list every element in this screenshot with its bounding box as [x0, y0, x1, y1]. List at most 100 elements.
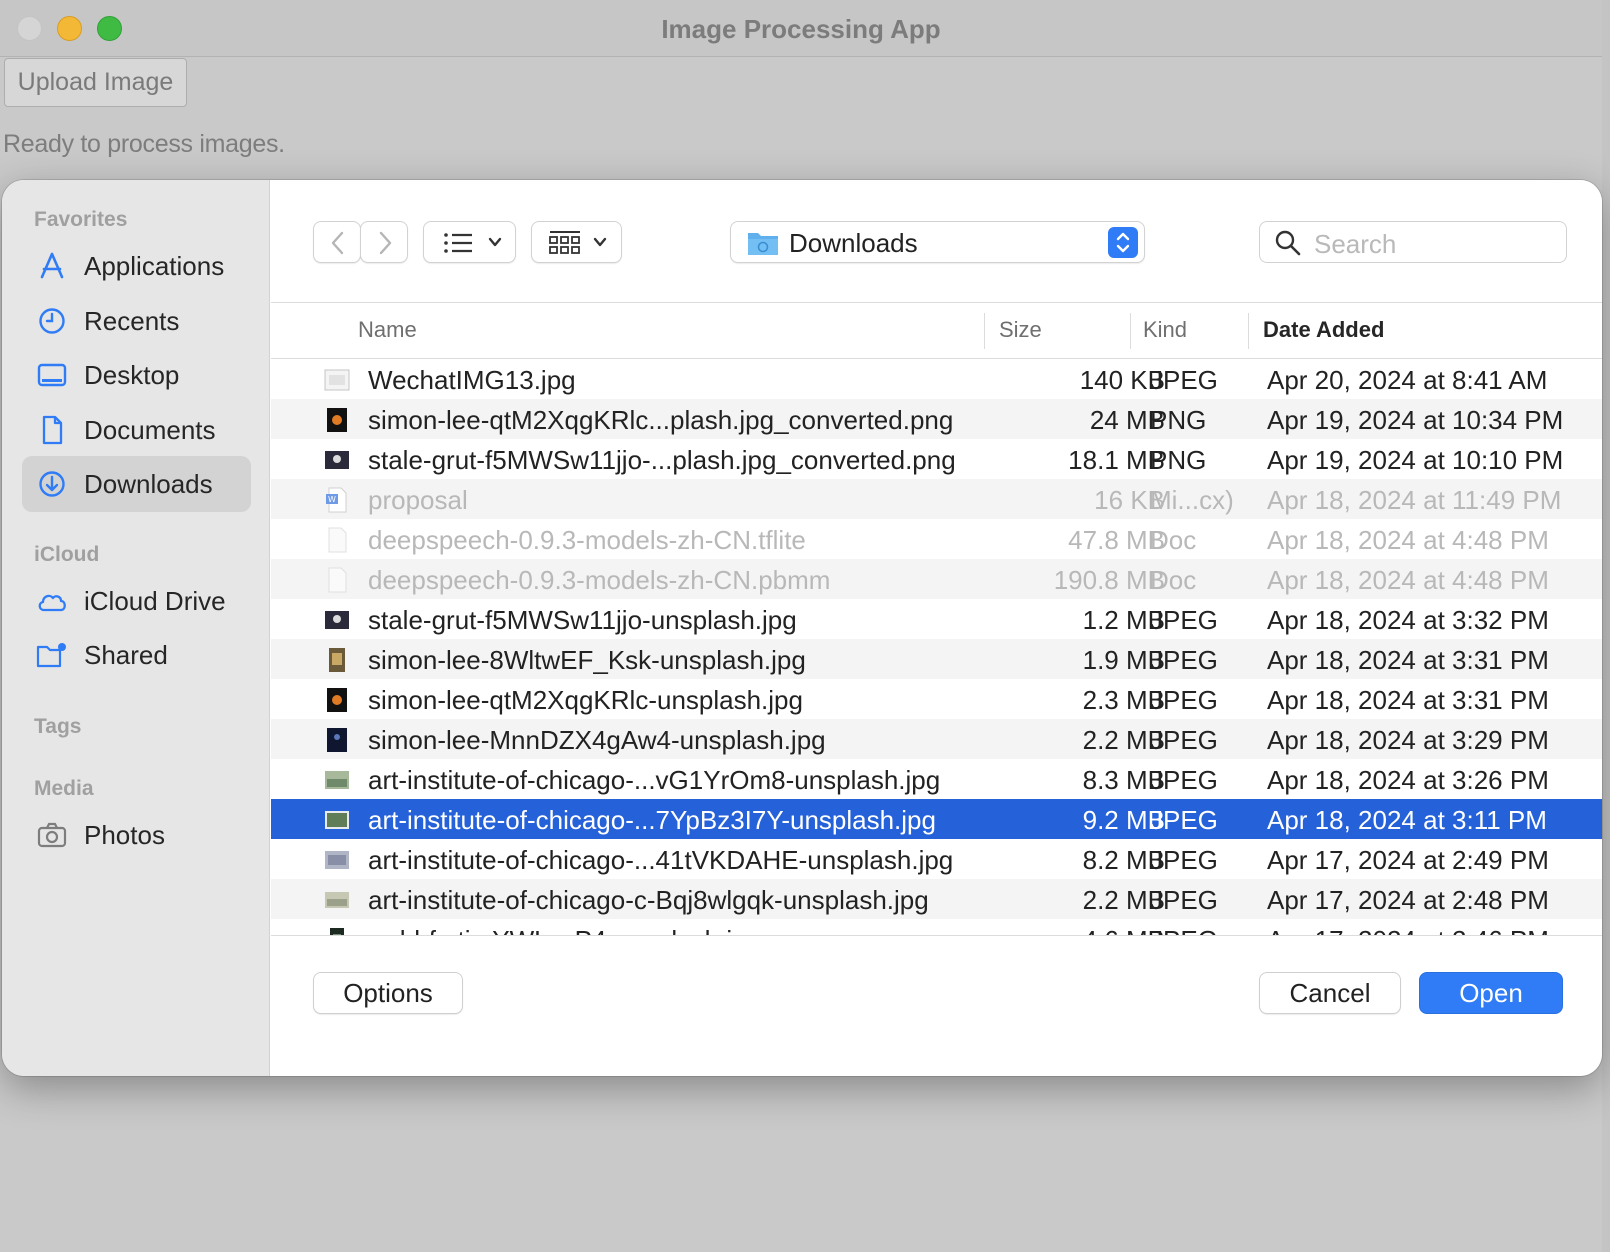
- file-name: simon-lee-MnnDZX4gAw4-unsplash.jpg: [368, 725, 826, 755]
- file-row[interactable]: simon-lee-qtM2XqgKRlc...plash.jpg_conver…: [271, 399, 1602, 439]
- file-kind: Doc: [1150, 565, 1197, 595]
- grid-view-icon: [549, 231, 607, 254]
- camera-icon: [37, 822, 67, 848]
- file-name: redd-f-stimYWLxvP4-unsplash.jpg: [368, 925, 761, 935]
- file-date: Apr 18, 2024 at 4:48 PM: [1267, 565, 1549, 595]
- word-document-icon: W: [326, 487, 347, 513]
- column-divider[interactable]: [984, 313, 985, 349]
- file-row[interactable]: art-institute-of-chicago-c-Bqj8wlgqk-uns…: [271, 879, 1602, 919]
- file-date: Apr 17, 2024 at 2:49 PM: [1267, 845, 1549, 875]
- sidebar-item-label: Documents: [84, 415, 216, 445]
- document-icon: [42, 415, 63, 445]
- file-date: Apr 17, 2024 at 2:46 PM: [1267, 925, 1549, 935]
- file-date: Apr 19, 2024 at 10:34 PM: [1267, 405, 1564, 435]
- upload-image-button[interactable]: Upload Image: [4, 58, 187, 107]
- sidebar-item-desktop[interactable]: Desktop: [22, 347, 251, 403]
- file-list: Name Size Kind Date Added WechatIMG13.jp…: [271, 302, 1602, 936]
- image-thumbnail-icon: [325, 451, 349, 469]
- location-label: Downloads: [789, 228, 918, 258]
- file-row[interactable]: redd-f-stimYWLxvP4-unsplash.jpg 4.6 MB J…: [271, 919, 1602, 935]
- file-row[interactable]: W proposal 16 KB Mi...cx) Apr 18, 2024 a…: [271, 479, 1602, 519]
- back-button[interactable]: [313, 221, 361, 263]
- file-row[interactable]: deepspeech-0.9.3-models-zh-CN.pbmm 190.8…: [271, 559, 1602, 599]
- file-date: Apr 19, 2024 at 10:10 PM: [1267, 445, 1564, 475]
- forward-button[interactable]: [360, 221, 408, 263]
- file-name: art-institute-of-chicago-...7YpBz3I7Y-un…: [368, 805, 936, 835]
- file-row[interactable]: art-institute-of-chicago-...vG1YrOm8-uns…: [271, 759, 1602, 799]
- sidebar-item-label: Downloads: [84, 469, 213, 499]
- column-divider[interactable]: [1248, 313, 1249, 349]
- file-date: Apr 17, 2024 at 2:48 PM: [1267, 885, 1549, 915]
- location-popup[interactable]: Downloads: [730, 221, 1145, 263]
- gallery-view-button[interactable]: [531, 221, 622, 263]
- file-name: stale-grut-f5MWSw11jjo-...plash.jpg_conv…: [368, 445, 956, 475]
- options-button[interactable]: Options: [313, 972, 463, 1014]
- file-row[interactable]: stale-grut-f5MWSw11jjo-unsplash.jpg 1.2 …: [271, 599, 1602, 639]
- search-icon: [1275, 230, 1301, 256]
- sidebar-item-shared[interactable]: Shared: [22, 627, 251, 683]
- search-field[interactable]: Search: [1259, 221, 1567, 263]
- cloud-icon: [38, 594, 66, 612]
- sidebar-item-recents[interactable]: Recents: [22, 293, 251, 349]
- file-row[interactable]: WechatIMG13.jpg 140 KB JPEG Apr 20, 2024…: [271, 359, 1602, 399]
- sidebar-item-documents[interactable]: Documents: [22, 402, 251, 458]
- open-button[interactable]: Open: [1419, 972, 1563, 1014]
- search-input[interactable]: Search: [1314, 229, 1396, 260]
- file-kind: JPEG: [1150, 805, 1218, 835]
- image-thumbnail-icon: [325, 771, 349, 789]
- file-row[interactable]: simon-lee-8WltwEF_Ksk-unsplash.jpg 1.9 M…: [271, 639, 1602, 679]
- list-view-button[interactable]: [423, 221, 516, 263]
- file-row-selected[interactable]: art-institute-of-chicago-...7YpBz3I7Y-un…: [271, 799, 1602, 839]
- sidebar-item-downloads[interactable]: Downloads: [22, 456, 251, 512]
- file-size: 190.8 MB: [1053, 565, 1165, 595]
- column-name-header[interactable]: Name: [358, 317, 417, 343]
- sidebar-item-icloud-drive[interactable]: iCloud Drive: [22, 573, 251, 629]
- applications-icon: [40, 252, 64, 279]
- location-stepper[interactable]: [1108, 227, 1138, 258]
- column-size-header[interactable]: Size: [999, 317, 1042, 343]
- window-title: Image Processing App: [661, 14, 941, 44]
- file-name: art-institute-of-chicago-c-Bqj8wlgqk-uns…: [368, 885, 929, 915]
- file-row[interactable]: art-institute-of-chicago-...41tVKDAHE-un…: [271, 839, 1602, 879]
- column-divider[interactable]: [1130, 313, 1131, 349]
- file-name: deepspeech-0.9.3-models-zh-CN.pbmm: [368, 565, 831, 595]
- sidebar-item-label: Shared: [84, 640, 168, 670]
- image-thumbnail-icon: [327, 408, 347, 432]
- column-date-header[interactable]: Date Added: [1263, 317, 1384, 343]
- blank-document-icon: [328, 527, 347, 553]
- file-kind: Doc: [1150, 525, 1197, 555]
- window-edge: [1602, 0, 1610, 1252]
- sidebar-item-photos[interactable]: Photos: [22, 807, 251, 863]
- file-kind: PNG: [1150, 405, 1207, 435]
- shared-folder-icon: [36, 643, 66, 668]
- downloads-folder-icon: [748, 233, 778, 255]
- sidebar-item-label: Recents: [84, 306, 180, 336]
- file-row[interactable]: simon-lee-qtM2XqgKRlc-unsplash.jpg 2.3 M…: [271, 679, 1602, 719]
- image-thumbnail-icon: [325, 611, 349, 629]
- file-kind: JPEG: [1150, 885, 1218, 915]
- file-date: Apr 18, 2024 at 3:29 PM: [1267, 725, 1549, 755]
- image-thumbnail-icon: [330, 928, 344, 935]
- file-date: Apr 18, 2024 at 4:48 PM: [1267, 525, 1549, 555]
- blank-document-icon: [328, 567, 347, 593]
- sidebar-item-label: Desktop: [84, 360, 180, 390]
- download-icon: [39, 471, 65, 497]
- title-bar: Image Processing App: [0, 0, 1602, 57]
- column-kind-header[interactable]: Kind: [1143, 317, 1187, 343]
- cancel-button[interactable]: Cancel: [1259, 972, 1401, 1014]
- sidebar-item-applications[interactable]: Applications: [22, 238, 251, 294]
- sidebar-section-media: Media: [34, 777, 94, 800]
- sidebar-item-label: iCloud Drive: [84, 586, 226, 616]
- file-row[interactable]: deepspeech-0.9.3-models-zh-CN.tflite 47.…: [271, 519, 1602, 559]
- file-name: simon-lee-8WltwEF_Ksk-unsplash.jpg: [368, 645, 806, 675]
- file-row[interactable]: simon-lee-MnnDZX4gAw4-unsplash.jpg 2.2 M…: [271, 719, 1602, 759]
- image-thumbnail-icon: [327, 728, 347, 752]
- file-date: Apr 18, 2024 at 3:32 PM: [1267, 605, 1549, 635]
- file-name: deepspeech-0.9.3-models-zh-CN.tflite: [368, 525, 806, 555]
- sidebar-section-tags: Tags: [34, 715, 82, 738]
- image-thumbnail-icon: [327, 688, 347, 712]
- image-thumbnail-icon: [324, 369, 350, 391]
- file-row[interactable]: stale-grut-f5MWSw11jjo-...plash.jpg_conv…: [271, 439, 1602, 479]
- file-date: Apr 18, 2024 at 3:26 PM: [1267, 765, 1549, 795]
- sidebar-item-label: Photos: [84, 820, 165, 850]
